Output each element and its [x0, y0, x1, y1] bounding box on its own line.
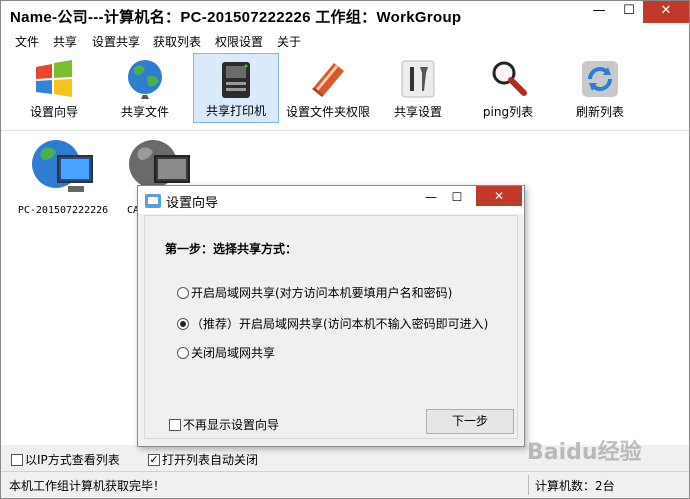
- toolbar-label: 刷新列表: [575, 105, 624, 119]
- dialog-minimize-button[interactable]: —: [420, 190, 442, 204]
- status-bar: 本机工作组计算机获取完毕！ 计算机数：2台: [1, 471, 689, 498]
- radio-button[interactable]: [177, 346, 189, 359]
- checkbox-box[interactable]: [169, 418, 181, 431]
- book-icon: [312, 63, 344, 97]
- toolbar-share-files[interactable]: 共享文件: [109, 53, 181, 123]
- step-label: 第一步：选择共享方式：: [165, 242, 298, 256]
- option-label: （推荐）开启局域网共享(访问本机不输入密码即可进入): [191, 317, 489, 331]
- dialog-title: 设置向导: [166, 196, 219, 211]
- toolbar-folder-permissions[interactable]: 设置文件夹权限: [285, 53, 371, 123]
- setup-wizard-dialog: 设置向导 — ☐ ✕ 第一步：选择共享方式： 开启局域网共享(对方访问本机要填用…: [137, 185, 525, 447]
- ip-view-checkbox[interactable]: 以IP方式查看列表: [11, 451, 120, 468]
- watermark: Baidu经验: [527, 440, 642, 465]
- toolbar-label: 共享设置: [393, 105, 442, 119]
- next-step-button[interactable]: 下一步: [426, 409, 514, 434]
- menu-about[interactable]: 关于: [277, 33, 301, 50]
- menu-file[interactable]: 文件: [15, 33, 39, 50]
- auto-close-label: 打开列表自动关闭: [162, 453, 259, 467]
- checkbox-box-checked[interactable]: ✓: [148, 453, 160, 466]
- menu-permissions[interactable]: 权限设置: [215, 33, 263, 50]
- radio-button[interactable]: [177, 286, 189, 299]
- wizard-app-icon: [145, 194, 161, 208]
- checkbox-box[interactable]: [11, 453, 23, 466]
- toolbar-share-printer[interactable]: 共享打印机: [193, 53, 279, 123]
- toolbar-refresh-list[interactable]: 刷新列表: [565, 53, 635, 123]
- no-show-label: 不再显示设置向导: [183, 418, 280, 432]
- toolbar-setup-wizard[interactable]: 设置向导: [19, 53, 89, 123]
- toolbar-label: 设置文件夹权限: [285, 105, 370, 119]
- share-option-no-password[interactable]: （推荐）开启局域网共享(访问本机不输入密码即可进入): [177, 315, 488, 332]
- status-text: 本机工作组计算机获取完毕！: [9, 479, 166, 493]
- computer-count: 计算机数：2台: [535, 479, 615, 493]
- minimize-button[interactable]: —: [584, 1, 614, 23]
- toolbar-label: 共享打印机: [205, 104, 266, 118]
- close-button[interactable]: ✕: [643, 1, 689, 23]
- share-option-password[interactable]: 开启局域网共享(对方访问本机要填用户名和密码): [177, 284, 452, 301]
- network-computer-icon: [32, 140, 93, 192]
- share-option-disable[interactable]: 关闭局域网共享: [177, 344, 275, 361]
- toolbar-label: 设置向导: [29, 105, 78, 119]
- dialog-body: 第一步：选择共享方式： 开启局域网共享(对方访问本机要填用户名和密码) （推荐）…: [144, 215, 518, 439]
- toolbar: 设置向导 共享文件 共享打印机 设置文件夹权限 共享设置 ping列表 刷新列表: [1, 51, 689, 131]
- computer-name: PC-201507222226: [17, 205, 109, 216]
- option-label: 关闭局域网共享: [191, 346, 276, 360]
- toolbar-ping-list[interactable]: ping列表: [473, 53, 543, 123]
- dialog-title-bar: 设置向导 — ☐ ✕: [138, 186, 524, 214]
- menu-share[interactable]: 共享: [53, 33, 77, 50]
- title-bar: Name-公司---计算机名：PC-201507222226 工作组：WorkG…: [1, 1, 689, 31]
- auto-close-checkbox[interactable]: ✓ 打开列表自动关闭: [148, 451, 258, 468]
- refresh-icon: [582, 61, 618, 97]
- windows-logo-icon: [36, 60, 72, 97]
- option-label: 开启局域网共享(对方访问本机要填用户名和密码): [191, 286, 453, 300]
- maximize-button[interactable]: ☐: [614, 1, 644, 23]
- tools-icon: [401, 60, 435, 98]
- ip-view-label: 以IP方式查看列表: [25, 453, 120, 467]
- window-title: Name-公司---计算机名：PC-201507222226 工作组：WorkG…: [10, 9, 462, 26]
- menu-set-share[interactable]: 设置共享: [92, 33, 140, 50]
- toolbar-label: 共享文件: [120, 105, 169, 119]
- toolbar-share-settings[interactable]: 共享设置: [383, 53, 453, 123]
- dialog-close-button[interactable]: ✕: [476, 186, 522, 206]
- menu-bar: 文件 共享 设置共享 获取列表 权限设置 关于: [1, 31, 689, 51]
- radio-button-selected[interactable]: [177, 317, 189, 330]
- computer-item[interactable]: PC-201507222226: [15, 134, 111, 216]
- status-divider: [528, 475, 529, 495]
- menu-get-list[interactable]: 获取列表: [153, 33, 201, 50]
- globe-icon: [128, 60, 162, 99]
- printer-icon: [222, 62, 250, 98]
- magnifier-icon: [492, 61, 527, 96]
- no-show-wizard-checkbox[interactable]: 不再显示设置向导: [169, 416, 279, 433]
- dialog-maximize-button[interactable]: ☐: [446, 190, 468, 204]
- toolbar-label: ping列表: [482, 105, 534, 119]
